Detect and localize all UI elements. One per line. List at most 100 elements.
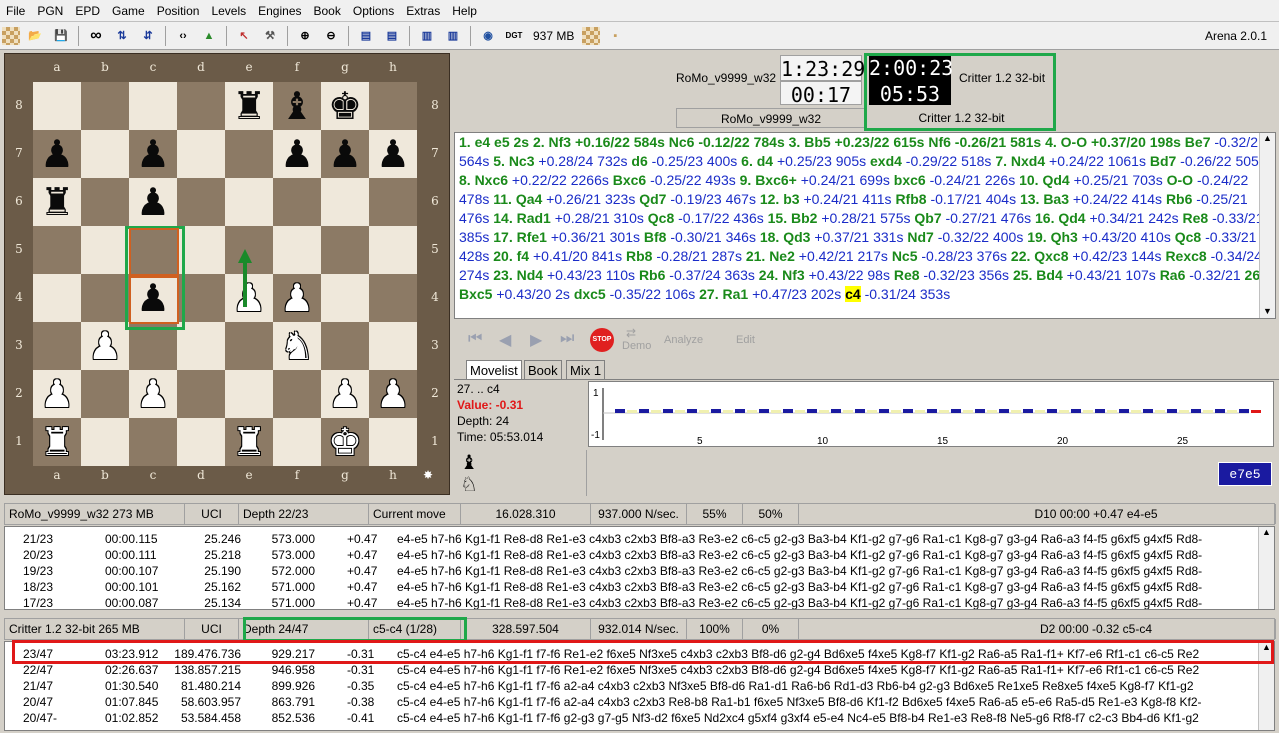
square-e7[interactable] [225,130,273,178]
square-f7[interactable]: ♟ [273,130,321,178]
black-rook-icon[interactable]: ♜ [232,82,266,130]
square-b8[interactable] [81,82,129,130]
tab-book[interactable]: Book [524,360,562,379]
move-token[interactable]: Rexc8 [1165,248,1206,264]
chess-board[interactable]: ♜ ♝ ♚ ♟ ♟ ♟ ♟ ♟ ♜ ♟ ♟ ♟ ♟ ♟ ♞ ♟ ♟ ♟ ♟ ♜ ♜ ♚ [33,82,417,466]
white-pawn-icon[interactable]: ♟ [280,274,314,322]
move-token[interactable]: 13. Ba3 [1020,191,1069,207]
move-token[interactable]: Bf8 [644,229,667,245]
menu-engines[interactable]: Engines [252,0,307,22]
square-c2[interactable]: ♟ [129,370,177,418]
menu-book[interactable]: Book [308,0,347,22]
engine1-pv-table[interactable]: 21/23 00:00.115 25.246 573.000 +0.47 e4-e5 h7… [4,526,1275,610]
black-pawn-icon[interactable]: ♟ [40,130,74,178]
last-move-icon[interactable]: ⏭ [560,330,574,348]
square-h4[interactable] [369,274,417,322]
move-token[interactable]: Rb6 [639,267,665,283]
move-token[interactable]: 1. e4 e5 2s 2. Nf3 +0.16/22 584s Nc6 -0.… [459,134,1214,150]
square-e3[interactable] [225,322,273,370]
pv-row[interactable]: 17/23 00:00.087 25.134 571.000 +0.47 e4-e5 h7… [5,595,1260,609]
square-h1[interactable] [369,418,417,466]
square-d6[interactable] [177,178,225,226]
square-f2[interactable] [273,370,321,418]
level-icon[interactable]: ⇅ [111,25,133,47]
level-2-icon[interactable]: ⇵ [137,25,159,47]
move-token[interactable]: 27. Ra1 [699,286,748,302]
move-token[interactable]: Qb7 [914,210,941,226]
square-g6[interactable] [321,178,369,226]
square-d7[interactable] [177,130,225,178]
move-token[interactable]: 19. Qh3 [1027,229,1078,245]
square-f4[interactable]: ♟ [273,274,321,322]
book-icon[interactable]: ▪ [604,25,626,47]
move-token[interactable]: 6. d4 [741,153,773,169]
move-token[interactable]: 25. Bd4 [1013,267,1063,283]
black-pawn-icon[interactable]: ♟ [328,130,362,178]
menu-help[interactable]: Help [446,0,483,22]
move-token[interactable]: 18. Qd3 [760,229,811,245]
move-token[interactable]: 17. Rfe1 [493,229,547,245]
save-icon[interactable]: 💾 [50,25,72,47]
square-f6[interactable] [273,178,321,226]
menu-options[interactable]: Options [347,0,400,22]
square-a6[interactable]: ♜ [33,178,81,226]
globe-icon[interactable]: ◉ [477,25,499,47]
pv-row[interactable]: 22/47 02:26.637 138.857.215 946.958 -0.31 c5-… [5,662,1260,678]
pv-row[interactable]: 18/23 00:00.101 25.162 571.000 +0.47 e4-e5 h7… [5,579,1260,595]
move-token[interactable]: d6 [631,153,647,169]
setup-icon[interactable]: ▲ [198,25,220,47]
open-folder-icon[interactable]: 📂 [24,25,46,47]
move-token[interactable]: dxc5 [574,286,606,302]
infinite-analysis-icon[interactable]: ∞ [85,25,107,47]
white-pawn-icon[interactable]: ♟ [328,370,362,418]
pv-row[interactable]: 21/23 00:00.115 25.246 573.000 +0.47 e4-e5 h7… [5,531,1260,547]
square-d8[interactable] [177,82,225,130]
square-a7[interactable]: ♟ [33,130,81,178]
next-move-icon[interactable]: ▶ [530,330,542,350]
pv-row[interactable]: 20/23 00:00.111 25.218 573.000 +0.47 e4-e5 h7… [5,547,1260,563]
square-h7[interactable]: ♟ [369,130,417,178]
square-c1[interactable] [129,418,177,466]
square-f3[interactable]: ♞ [273,322,321,370]
board-icon[interactable] [582,26,601,45]
current-move-highlight[interactable]: c4 [845,286,861,302]
square-e2[interactable] [225,370,273,418]
menu-extras[interactable]: Extras [400,0,446,22]
menu-file[interactable]: File [0,0,31,22]
engine1-scrollbar[interactable]: ▲ [1258,527,1274,609]
move-token[interactable]: 5. Nc3 [493,153,534,169]
edit-button[interactable]: Edit [736,334,755,346]
square-g1[interactable]: ♚ [321,418,369,466]
pv-row[interactable]: 19/23 00:00.107 25.190 572.000 +0.47 e4-e5 h7… [5,563,1260,579]
white-pawn-icon[interactable]: ♟ [88,322,122,370]
square-d1[interactable] [177,418,225,466]
pgn-prev-icon[interactable]: ▤ [355,25,377,47]
square-g8[interactable]: ♚ [321,82,369,130]
square-h3[interactable] [369,322,417,370]
square-h8[interactable] [369,82,417,130]
move-token[interactable]: 15. Bb2 [768,210,818,226]
square-d2[interactable] [177,370,225,418]
menu-position[interactable]: Position [151,0,206,22]
move-token[interactable]: 16. Qd4 [1035,210,1086,226]
flip-board-icon[interactable]: ‹› [172,25,194,47]
square-f8[interactable]: ♝ [273,82,321,130]
square-h6[interactable] [369,178,417,226]
move-token[interactable]: Re8 [1183,210,1209,226]
square-a2[interactable]: ♟ [33,370,81,418]
tab-mix1[interactable]: Mix 1 [566,360,606,379]
move-token[interactable]: 10. Qd4 [1019,172,1070,188]
move-token[interactable]: Ra6 [1160,267,1186,283]
black-pawn-icon[interactable]: ♟ [136,130,170,178]
pv-row[interactable]: 20/47 01:07.845 58.603.957 863.791 -0.38 c5-c… [5,694,1260,710]
square-g4[interactable] [321,274,369,322]
black-pawn-icon[interactable]: ♟ [136,178,170,226]
dgt-icon[interactable]: DGT [503,25,525,47]
move-token[interactable]: Nc5 [892,248,918,264]
tools-icon[interactable]: ⚒ [259,25,281,47]
pv-row[interactable]: 21/47 01:30.540 81.480.214 899.926 -0.35 c5-c… [5,678,1260,694]
move-token[interactable]: Qc8 [1175,229,1201,245]
move-token[interactable]: Rb8 [626,248,652,264]
analyze-button[interactable]: Analyze [664,334,703,346]
move-token[interactable]: 24. Nf3 [759,267,805,283]
